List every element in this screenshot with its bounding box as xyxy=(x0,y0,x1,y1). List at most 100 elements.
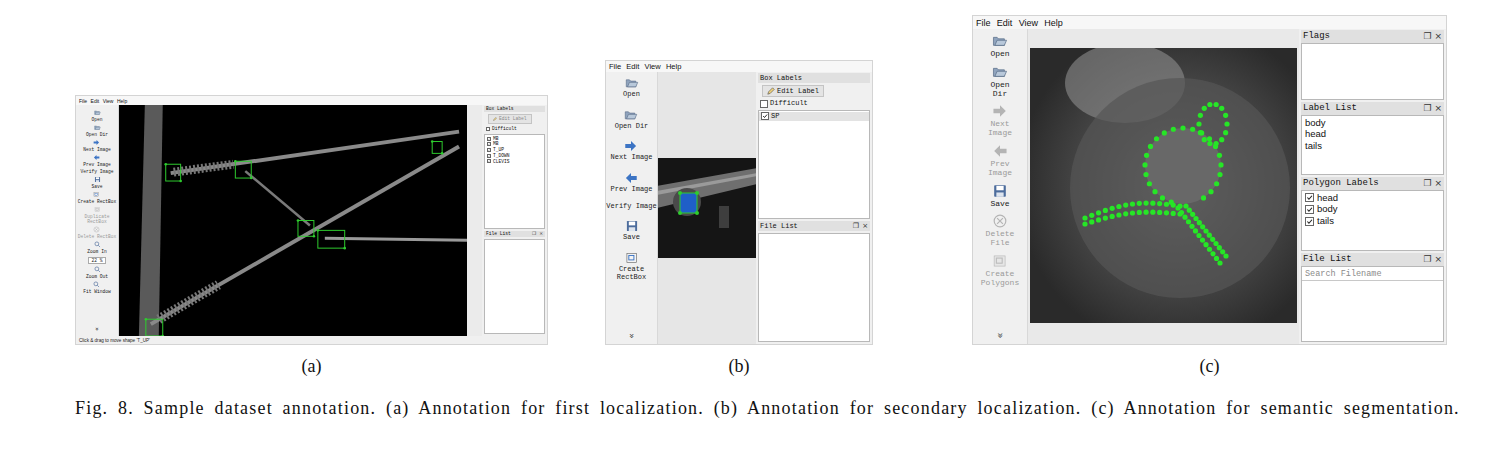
polygon-item[interactable]: head xyxy=(1302,192,1443,204)
polygon-item[interactable]: body xyxy=(1302,203,1443,215)
checkbox[interactable] xyxy=(487,148,491,152)
checkbox[interactable] xyxy=(487,154,491,158)
rectangle-icon xyxy=(94,206,101,213)
label-item[interactable]: T_UP xyxy=(485,147,544,153)
menu-item[interactable]: View xyxy=(645,62,661,71)
difficult-row[interactable]: Difficult xyxy=(758,99,870,108)
dock-button[interactable]: × xyxy=(862,222,868,230)
subfigure-caption: (c) xyxy=(1200,355,1220,377)
dock-button[interactable]: ❐ xyxy=(1423,178,1431,189)
file-list xyxy=(758,233,870,342)
list-item[interactable]: tails xyxy=(1302,140,1443,152)
dock-list: bodyheadtails xyxy=(1301,115,1444,175)
menu-item[interactable]: View xyxy=(103,98,114,104)
delete-icon xyxy=(992,213,1008,229)
menu-item[interactable]: Edit xyxy=(997,18,1013,28)
tool-button[interactable]: Next Image xyxy=(83,139,111,152)
checkbox[interactable] xyxy=(760,100,768,108)
label-item[interactable]: CLEVIS xyxy=(485,159,544,165)
tool-button[interactable]: Create RectBox xyxy=(78,191,117,204)
list-item[interactable]: head xyxy=(1302,128,1443,140)
polygon-item[interactable]: tails xyxy=(1302,215,1443,227)
tool-button[interactable]: Create Polygons xyxy=(981,253,1019,288)
checkbox[interactable] xyxy=(487,137,491,141)
difficult-row[interactable]: Difficult xyxy=(484,126,545,132)
label-item[interactable]: MB xyxy=(485,136,544,142)
checkbox[interactable] xyxy=(486,127,490,131)
list-item[interactable]: body xyxy=(1302,117,1443,129)
dock-button[interactable]: × xyxy=(1434,31,1442,42)
menu-item[interactable]: View xyxy=(1019,18,1038,28)
tool-button[interactable]: Save xyxy=(623,219,640,242)
tool-label: Create RectBox xyxy=(78,199,117,204)
tool-button[interactable]: Open Dir xyxy=(990,64,1009,99)
tool-button[interactable]: Zoom Out xyxy=(86,266,108,279)
dock-button[interactable]: ❐ xyxy=(853,222,859,230)
tool-button[interactable]: Open xyxy=(623,76,640,99)
edit-label-button[interactable]: Edit Label xyxy=(762,85,824,97)
menu-item[interactable]: Edit xyxy=(626,62,639,71)
dock-button[interactable]: ❐ xyxy=(1423,254,1431,265)
dock-button[interactable]: × xyxy=(539,231,543,237)
subfigure-caption: (b) xyxy=(729,355,750,377)
edit-label-button[interactable]: Edit Label xyxy=(488,114,532,124)
dock-button[interactable]: ❐ xyxy=(1423,103,1431,114)
tool-button[interactable]: Prev Image xyxy=(83,154,111,167)
checkbox[interactable] xyxy=(761,112,769,120)
menu-item[interactable]: File xyxy=(609,62,621,71)
tool-label: Next Image xyxy=(988,120,1012,138)
label-item[interactable]: MB xyxy=(485,141,544,147)
splitter[interactable] xyxy=(467,105,482,336)
label-item[interactable]: SP xyxy=(759,112,869,121)
tool-button[interactable]: Prev Image xyxy=(610,171,652,194)
tool-button[interactable]: Prev Image xyxy=(988,143,1012,178)
more-button[interactable]: » xyxy=(93,327,101,331)
tool-button[interactable]: Save xyxy=(990,183,1009,209)
dock-button[interactable]: ❐ xyxy=(532,231,536,237)
dock-button[interactable]: ❐ xyxy=(1423,31,1431,42)
tool-button[interactable]: Verify Image xyxy=(80,169,113,174)
tool-button[interactable]: Delete RectBox xyxy=(78,226,117,239)
zoom-field[interactable]: 22 % xyxy=(88,257,105,265)
tool-button[interactable]: Open xyxy=(91,109,102,122)
image-canvas[interactable] xyxy=(1030,48,1297,323)
magnifier-icon xyxy=(94,241,101,248)
checkbox[interactable] xyxy=(1305,205,1314,214)
dock-button[interactable]: × xyxy=(1434,254,1442,265)
image-canvas[interactable] xyxy=(119,105,467,336)
tool-button[interactable]: Verify Image xyxy=(606,203,656,211)
tool-button[interactable]: Open xyxy=(990,33,1009,59)
checkbox[interactable] xyxy=(487,159,491,163)
tool-button[interactable]: Delete File xyxy=(986,213,1015,248)
checkbox[interactable] xyxy=(1305,193,1314,202)
checkbox[interactable] xyxy=(1305,217,1314,226)
status-bar: Click & drag to move shape 'T_UP' xyxy=(76,336,547,344)
menu-item[interactable]: File xyxy=(79,98,87,104)
dock-button[interactable]: × xyxy=(1434,178,1442,189)
search-field[interactable] xyxy=(1302,268,1443,281)
menu-item[interactable]: Help xyxy=(666,62,681,71)
more-button[interactable]: » xyxy=(626,333,636,339)
checkbox[interactable] xyxy=(487,142,491,146)
tool-button[interactable]: Next Image xyxy=(610,139,652,162)
menu-item[interactable]: File xyxy=(976,18,991,28)
image-canvas[interactable] xyxy=(658,158,756,258)
label-item[interactable]: T_DOWN xyxy=(485,153,544,159)
tool-button[interactable]: Open Dir xyxy=(86,124,108,137)
dock-panel: Label List❐×bodyheadtails xyxy=(1301,102,1444,175)
tool-button[interactable]: Save xyxy=(91,176,102,189)
tool-label: Prev Image xyxy=(988,160,1012,178)
tool-button[interactable]: Next Image xyxy=(988,103,1012,138)
tool-button[interactable]: Open Dir xyxy=(615,108,649,131)
dock-button[interactable]: × xyxy=(1434,103,1442,114)
menu-item[interactable]: Help xyxy=(117,98,127,104)
menu-item[interactable]: Edit xyxy=(91,98,100,104)
tool-button[interactable]: Zoom In xyxy=(87,241,106,254)
menu-item[interactable]: Help xyxy=(1044,18,1063,28)
tool-button[interactable]: Duplicate RectBox xyxy=(76,206,118,224)
more-button[interactable]: » xyxy=(995,332,1006,338)
tool-button[interactable]: Create RectBox xyxy=(606,251,657,281)
tool-button[interactable]: Fit Window xyxy=(83,281,111,294)
dock-panel: Flags❐× xyxy=(1301,30,1444,100)
pencil-icon xyxy=(493,117,497,121)
